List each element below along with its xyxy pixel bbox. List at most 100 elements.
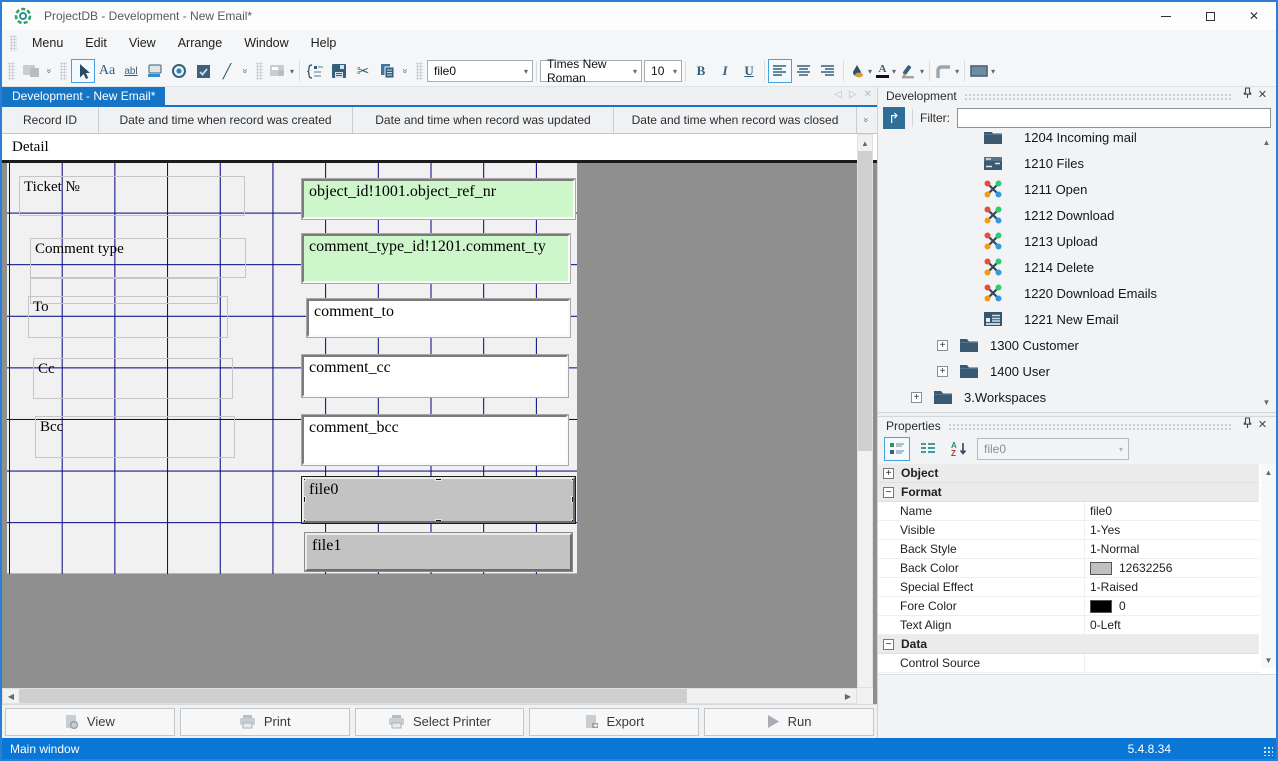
column-header-closed[interactable]: Date and time when record was closed (614, 107, 857, 133)
tree-item-1211-open[interactable]: 1211 Open (878, 176, 1276, 202)
property-value[interactable]: 1-Raised (1084, 578, 1259, 596)
outline-view-button[interactable] (303, 59, 327, 83)
close-icon[interactable]: ✕ (1255, 88, 1270, 103)
toolbar-grip[interactable] (416, 62, 423, 80)
tree-item-1220-download-emails[interactable]: 1220 Download Emails (878, 280, 1276, 306)
scroll-down-icon[interactable]: ▼ (1259, 394, 1274, 410)
shape-fill-button[interactable]: ▾ (968, 59, 997, 83)
development-panel-header[interactable]: Development ✕ (878, 87, 1276, 104)
field-file0[interactable]: file0 (302, 477, 575, 523)
tab-scroll-right-icon[interactable]: ▷ (849, 89, 857, 100)
property-row-back-color[interactable]: Back Color 12632256 (878, 559, 1259, 578)
selection-handle[interactable] (302, 496, 306, 503)
property-row-fore-color[interactable]: Fore Color 0 (878, 597, 1259, 616)
column-header-updated[interactable]: Date and time when record was updated (353, 107, 614, 133)
property-value[interactable]: 0-Left (1084, 616, 1259, 634)
image-tool-button[interactable] (19, 59, 43, 83)
menu-item-menu[interactable]: Menu (21, 33, 74, 53)
locate-object-button[interactable]: ↱ (883, 107, 905, 129)
tree-item-3-workspaces[interactable]: + 3.Workspaces (878, 384, 1276, 410)
save-button[interactable] (327, 59, 351, 83)
highlight-button[interactable]: ▾ (898, 59, 926, 83)
property-value[interactable]: 1-Normal (1084, 540, 1259, 558)
menu-item-edit[interactable]: Edit (74, 33, 118, 53)
menu-item-window[interactable]: Window (233, 33, 299, 53)
toolbar-overflow-icon[interactable]: » (43, 66, 56, 76)
property-value[interactable] (1084, 654, 1259, 672)
border-style-button[interactable]: ▾ (933, 59, 961, 83)
pin-icon[interactable] (1240, 87, 1255, 104)
run-button[interactable]: Run (704, 708, 874, 736)
column-header-created[interactable]: Date and time when record was created (99, 107, 353, 133)
scroll-up-icon[interactable]: ▲ (858, 135, 872, 151)
properties-panel-header[interactable]: Properties ✕ (878, 417, 1276, 434)
property-row-text-align[interactable]: Text Align 0-Left (878, 616, 1259, 635)
property-value[interactable]: 12632256 (1084, 559, 1259, 577)
selection-handle[interactable] (302, 519, 306, 523)
menu-item-arrange[interactable]: Arrange (167, 33, 233, 53)
toolbar-overflow-icon[interactable]: » (239, 66, 252, 76)
expand-icon[interactable]: + (883, 468, 894, 479)
label-to[interactable]: To (28, 296, 228, 338)
design-canvas[interactable]: Ticket № Comment type To Cc Bcc object_i… (2, 163, 877, 688)
alphabetical-view-button[interactable] (915, 437, 941, 461)
tab-close-icon[interactable]: ✕ (864, 89, 872, 100)
selection-handle[interactable] (435, 519, 442, 523)
selection-handle[interactable] (435, 477, 442, 481)
selection-handle[interactable] (302, 477, 306, 481)
font-size-combo[interactable]: 10▾ (644, 60, 682, 82)
property-row-special-effect[interactable]: Special Effect 1-Raised (878, 578, 1259, 597)
select-pointer-button[interactable] (71, 59, 95, 83)
sort-az-button[interactable]: AZ (946, 437, 972, 461)
option-tool-button[interactable] (167, 59, 191, 83)
font-color-button[interactable]: A ▾ (874, 59, 898, 83)
bold-button[interactable]: B (689, 59, 713, 83)
scroll-right-icon[interactable]: ▶ (840, 689, 856, 703)
expand-icon[interactable]: + (937, 366, 948, 377)
tree-item-1214-delete[interactable]: 1214 Delete (878, 254, 1276, 280)
close-button[interactable]: ✕ (1232, 2, 1276, 30)
font-name-combo[interactable]: Times New Roman▾ (540, 60, 642, 82)
property-section-data[interactable]: − Data (878, 635, 1259, 654)
scrollbar-thumb[interactable] (858, 151, 872, 451)
collapse-icon[interactable]: − (883, 487, 894, 498)
tree-item-1212-download[interactable]: 1212 Download (878, 202, 1276, 228)
minimize-button[interactable] (1144, 2, 1188, 30)
collapse-icon[interactable]: − (883, 639, 894, 650)
property-row-visible[interactable]: Visible 1-Yes (878, 521, 1259, 540)
label-ticket-no[interactable]: Ticket № (19, 176, 245, 216)
textbox-tool-button[interactable]: abl (119, 59, 143, 83)
property-row-control-source[interactable]: Control Source (878, 654, 1259, 673)
field-comment-bcc[interactable]: comment_bcc (302, 415, 568, 465)
expand-icon[interactable]: + (937, 340, 948, 351)
field-file1[interactable]: file1 (305, 533, 572, 571)
field-comment-cc[interactable]: comment_cc (302, 355, 568, 397)
line-tool-button[interactable]: ╱ (215, 59, 239, 83)
close-icon[interactable]: ✕ (1255, 418, 1270, 433)
tree-item-1210-files[interactable]: 1210 Files (878, 150, 1276, 176)
label-comment-type[interactable]: Comment type (30, 238, 246, 278)
tree-item-1400-user[interactable]: + 1400 User (878, 358, 1276, 384)
categorized-view-button[interactable] (884, 437, 910, 461)
property-value[interactable]: 1-Yes (1084, 521, 1259, 539)
menu-item-view[interactable]: View (118, 33, 167, 53)
toolbar-grip[interactable] (8, 62, 15, 80)
button-tool-button[interactable] (143, 59, 167, 83)
property-value[interactable]: 0 (1084, 597, 1259, 615)
property-value[interactable]: file0 (1084, 502, 1259, 520)
tree-item-1204-incoming-mail[interactable]: 1204 Incoming mail (878, 132, 1276, 150)
design-horizontal-scrollbar[interactable]: ◀ ▶ (2, 688, 857, 704)
properties-scrollbar[interactable]: ▲ ▼ (1261, 464, 1276, 668)
underline-button[interactable]: U (737, 59, 761, 83)
scrollbar-thumb[interactable] (19, 689, 687, 703)
filter-input[interactable] (957, 108, 1271, 128)
cut-button[interactable]: ✂ (351, 59, 375, 83)
property-row-name[interactable]: Name file0 (878, 502, 1259, 521)
align-right-button[interactable] (816, 59, 840, 83)
scroll-up-icon[interactable]: ▲ (1261, 464, 1276, 480)
property-section-object[interactable]: + Object (878, 464, 1259, 483)
scroll-down-icon[interactable]: ▼ (1261, 652, 1276, 668)
design-vertical-scrollbar[interactable]: ▲ (857, 134, 873, 688)
column-overflow-icon[interactable]: » (857, 107, 877, 133)
field-comment-type[interactable]: comment_type_id!1201.comment_ty (302, 234, 570, 283)
